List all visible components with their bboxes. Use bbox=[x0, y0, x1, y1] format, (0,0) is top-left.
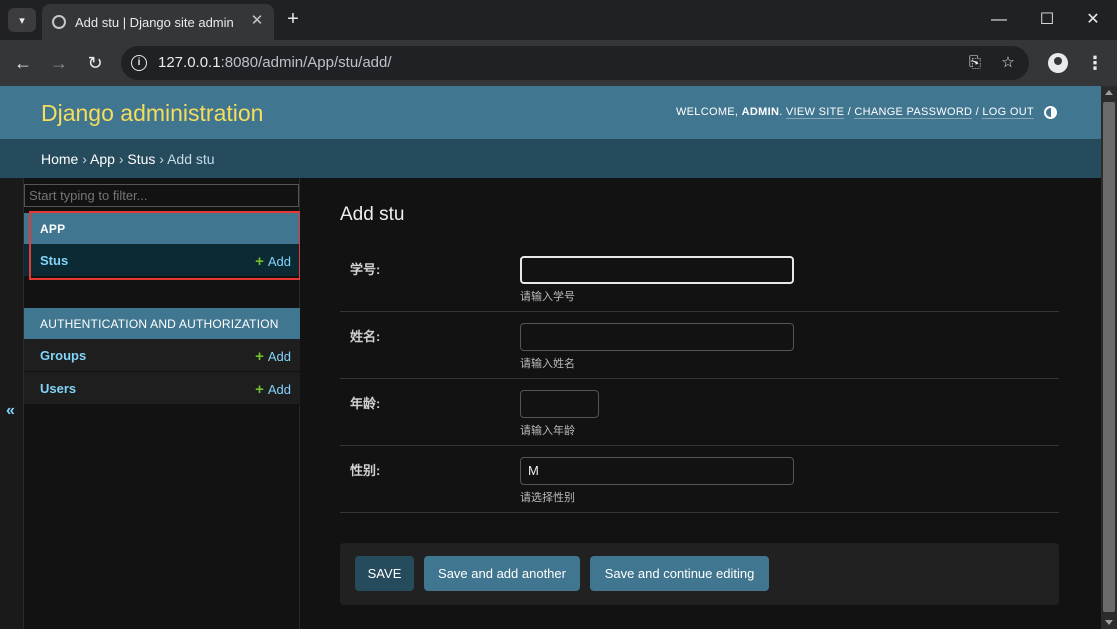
field-label: 性别: bbox=[350, 463, 381, 478]
add-groups-link[interactable]: + Add bbox=[255, 348, 291, 365]
main-content: Add stu 学号: 请输入学号 姓名: 请输入姓名 年龄: 请输入年龄 性别… bbox=[300, 178, 1101, 629]
app-module-app: APP Stus + Add bbox=[24, 213, 300, 277]
breadcrumb-current: Add stu bbox=[167, 151, 215, 167]
add-stus-link[interactable]: + Add bbox=[255, 253, 291, 270]
scrollbar-thumb[interactable] bbox=[1103, 102, 1115, 612]
address-bar[interactable]: i 127.0.0.1:8080/admin/App/stu/add/ ⎘ ☆ bbox=[121, 46, 1029, 80]
url-text: 127.0.0.1:8080/admin/App/stu/add/ bbox=[158, 54, 392, 71]
scroll-up-arrow-icon[interactable] bbox=[1105, 90, 1113, 95]
forward-button[interactable]: → bbox=[47, 51, 71, 75]
field-label: 年龄: bbox=[350, 396, 381, 411]
scroll-down-arrow-icon[interactable] bbox=[1105, 620, 1113, 625]
model-link-stus[interactable]: Stus bbox=[40, 253, 68, 268]
theme-toggle-icon[interactable] bbox=[1044, 106, 1057, 119]
plus-icon: + bbox=[255, 348, 264, 365]
age-input[interactable] bbox=[520, 390, 599, 418]
back-button[interactable]: ← bbox=[11, 51, 35, 75]
student-id-input[interactable] bbox=[520, 256, 794, 284]
sidebar-item-groups[interactable]: Groups + Add bbox=[24, 339, 300, 372]
field-label: 学号: bbox=[350, 262, 381, 277]
change-password-link[interactable]: CHANGE PASSWORD bbox=[854, 106, 973, 119]
gender-select[interactable]: M bbox=[520, 457, 794, 485]
nav-filter-input[interactable] bbox=[24, 184, 299, 207]
module-caption-app[interactable]: APP bbox=[24, 213, 300, 244]
collapse-sidebar-icon[interactable]: « bbox=[6, 402, 15, 420]
site-header: Django administration WELCOME, ADMIN. VI… bbox=[0, 86, 1101, 139]
profile-avatar-icon[interactable] bbox=[1048, 53, 1068, 73]
page-scrollbar[interactable] bbox=[1101, 86, 1117, 629]
help-text: 请输入姓名 bbox=[520, 358, 575, 370]
new-tab-button[interactable]: + bbox=[283, 9, 303, 29]
plus-icon: + bbox=[255, 253, 264, 270]
app-module-auth: AUTHENTICATION AND AUTHORIZATION Groups … bbox=[24, 308, 300, 405]
sidebar-toggle[interactable]: « bbox=[0, 178, 24, 629]
sidebar-item-stus[interactable]: Stus + Add bbox=[24, 244, 300, 277]
breadcrumb-model[interactable]: Stus bbox=[127, 151, 155, 167]
name-input[interactable] bbox=[520, 323, 794, 351]
model-link-users[interactable]: Users bbox=[40, 381, 76, 396]
username: ADMIN bbox=[741, 106, 780, 118]
close-window-button[interactable]: ✕ bbox=[1078, 8, 1108, 32]
form-row-gender: 性别: M 请选择性别 bbox=[340, 446, 1059, 513]
browser-tab-bar: ▾ Add stu | Django site admin ✕ + — ☐ ✕ bbox=[0, 0, 1117, 40]
breadcrumb: Home › App › Stus › Add stu bbox=[0, 139, 1101, 178]
tab-title: Add stu | Django site admin bbox=[75, 14, 234, 30]
close-tab-icon[interactable]: ✕ bbox=[248, 12, 266, 30]
site-branding[interactable]: Django administration bbox=[41, 100, 263, 127]
nav-sidebar: APP Stus +Add AUTHENTICATION AND AUTHORI… bbox=[24, 178, 300, 629]
help-text: 请输入年龄 bbox=[520, 425, 575, 437]
browser-toolbar: ← → ↻ i 127.0.0.1:8080/admin/App/stu/add… bbox=[0, 40, 1117, 86]
field-label: 姓名: bbox=[350, 329, 381, 344]
globe-icon bbox=[52, 15, 66, 29]
add-users-link[interactable]: + Add bbox=[255, 381, 291, 398]
browser-menu-icon[interactable]: ⋮ bbox=[1086, 51, 1104, 75]
welcome-text: WELCOME, bbox=[675, 106, 739, 118]
save-button[interactable]: SAVE bbox=[355, 556, 414, 591]
save-and-add-another-button[interactable]: Save and add another bbox=[424, 556, 580, 591]
translate-icon[interactable]: ⎘ bbox=[965, 54, 985, 72]
submit-row: SAVE Save and add another Save and conti… bbox=[340, 543, 1059, 605]
log-out-link[interactable]: LOG OUT bbox=[982, 106, 1034, 119]
minimize-button[interactable]: — bbox=[984, 8, 1014, 32]
plus-icon: + bbox=[255, 381, 264, 398]
tab-search-button[interactable]: ▾ bbox=[8, 8, 36, 32]
form-row-age: 年龄: 请输入年龄 bbox=[340, 379, 1059, 446]
help-text: 请输入学号 bbox=[520, 291, 575, 303]
reload-button[interactable]: ↻ bbox=[83, 51, 107, 75]
save-and-continue-button[interactable]: Save and continue editing bbox=[590, 556, 769, 591]
page-title: Add stu bbox=[340, 204, 405, 225]
form-row-student-id: 学号: 请输入学号 bbox=[340, 245, 1059, 312]
module-caption-auth[interactable]: AUTHENTICATION AND AUTHORIZATION bbox=[24, 308, 300, 339]
browser-tab[interactable]: Add stu | Django site admin ✕ bbox=[42, 4, 274, 40]
model-link-groups[interactable]: Groups bbox=[40, 348, 86, 363]
breadcrumb-home[interactable]: Home bbox=[41, 151, 78, 167]
view-site-link[interactable]: VIEW SITE bbox=[785, 106, 845, 119]
form-row-name: 姓名: 请输入姓名 bbox=[340, 312, 1059, 379]
help-text: 请选择性别 bbox=[520, 492, 575, 504]
user-tools: WELCOME, ADMIN. VIEW SITE / CHANGE PASSW… bbox=[675, 106, 1034, 119]
site-info-icon[interactable]: i bbox=[131, 55, 147, 71]
breadcrumb-app[interactable]: App bbox=[90, 151, 115, 167]
sidebar-item-users[interactable]: Users + Add bbox=[24, 372, 300, 405]
bookmark-star-icon[interactable]: ☆ bbox=[998, 54, 1018, 72]
maximize-button[interactable]: ☐ bbox=[1032, 8, 1062, 32]
